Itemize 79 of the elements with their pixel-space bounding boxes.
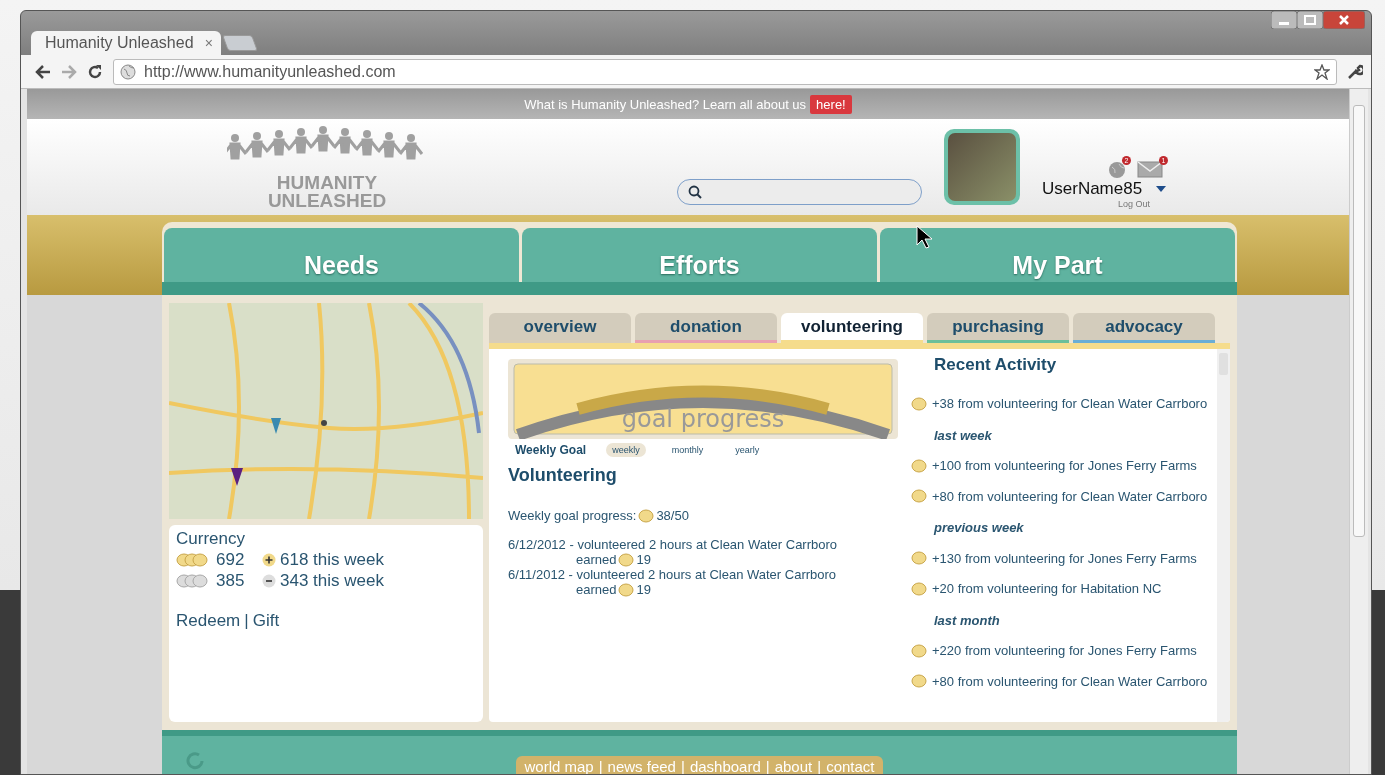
currency-title: Currency	[176, 529, 246, 549]
maximize-button[interactable]	[1297, 11, 1323, 29]
weekly-change: 343 this week	[280, 570, 384, 591]
reload-icon[interactable]	[87, 63, 103, 80]
currency-amount: 385	[216, 570, 246, 591]
scrollbar-thumb[interactable]	[1353, 105, 1365, 537]
earned-label: earned	[576, 582, 617, 597]
category-tab[interactable]: purchasing	[927, 313, 1069, 343]
gift-link[interactable]: Gift	[252, 611, 280, 631]
currency-amount: 692	[216, 549, 246, 570]
globe-icon	[120, 63, 136, 80]
link-separator: |	[244, 611, 249, 631]
redeem-link[interactable]: Redeem	[176, 611, 241, 631]
category-tab[interactable]: advocacy	[1073, 313, 1215, 343]
plus-icon	[262, 552, 276, 567]
star-icon[interactable]	[1314, 63, 1330, 80]
coin-icon	[638, 508, 655, 523]
coin-stack-icon	[192, 552, 208, 567]
coin-icon	[911, 458, 927, 473]
photo-placeholder	[948, 133, 1016, 201]
coin-icon	[911, 581, 927, 596]
period-option[interactable]: monthly	[665, 443, 710, 457]
activity-item: +130 from volunteering for Jones Ferry Farms	[932, 550, 1197, 566]
period-option[interactable]: weekly	[606, 443, 646, 457]
activity-item: +80 from volunteering for Clean Water Carrboro	[932, 488, 1208, 504]
activity-entry: 6/12/2012 - volunteered 2 hours at Clean Water Carrboro	[508, 537, 839, 552]
activity-entry: 6/11/2012 - volunteered 2 hours at Clean Water Carrboro	[508, 567, 838, 582]
coin-icon	[911, 643, 927, 658]
tab-close-button[interactable]: ×	[204, 35, 213, 51]
coin-icon	[911, 396, 927, 411]
log-out-link[interactable]: Log Out	[1118, 198, 1151, 209]
period-heading: previous week	[934, 520, 1024, 536]
progress-value: 38/50	[656, 508, 689, 523]
coin-stack-icon	[192, 573, 208, 588]
close-button[interactable]	[1323, 11, 1365, 29]
weekly-change: 618 this week	[280, 549, 384, 570]
goal-period-label: Weekly Goal	[515, 443, 587, 457]
activity-item: +20 from volunteering for Habitation NC	[932, 581, 1162, 597]
search-field[interactable]	[677, 179, 922, 205]
earned-label: earned	[576, 552, 617, 567]
logo-text: UNLEASHED	[267, 192, 387, 211]
recent-activity-title: Recent Activity	[934, 355, 1058, 375]
earned-amount: 19	[636, 552, 651, 567]
username[interactable]: UserName85	[1042, 178, 1143, 199]
category-tab[interactable]: donation	[635, 313, 777, 343]
tab-title: Humanity Unleashed	[45, 34, 195, 52]
activity-item: +220 from volunteering for Jones Ferry Farms	[932, 643, 1197, 659]
caret-icon[interactable]	[1156, 185, 1167, 192]
period-option[interactable]: yearly	[729, 443, 766, 457]
coin-icon	[911, 551, 927, 566]
logo-text: HUMANITY	[276, 173, 378, 192]
progress-label: Weekly goal progress:	[508, 508, 637, 523]
browser-tab[interactable]: Humanity Unleashed ×	[31, 31, 221, 55]
coin-icon	[618, 552, 635, 567]
wrench-icon[interactable]	[1347, 63, 1363, 80]
activity-item: +80 from volunteering for Clean Water Carrboro	[932, 673, 1208, 689]
section-title: Volunteering	[508, 465, 618, 486]
coin-icon	[911, 674, 927, 689]
coin-icon	[911, 489, 927, 504]
period-heading: last week	[934, 427, 992, 443]
avatar-frame[interactable]	[944, 129, 1020, 205]
back-icon[interactable]	[35, 64, 51, 79]
banner-text: What is Humanity Unleashed? Learn all about us	[524, 96, 807, 112]
forward-icon[interactable]	[61, 64, 77, 79]
address-bar[interactable]: http://www.humanityunleashed.com	[113, 58, 1337, 85]
period-heading: last month	[934, 612, 1000, 628]
new-tab-button[interactable]	[222, 35, 258, 51]
category-tab[interactable]: overview	[489, 313, 631, 343]
gauge-caption: goal progress	[621, 405, 785, 433]
activity-item: +38 from volunteering for Clean Water Carrboro	[932, 396, 1208, 412]
minus-icon	[262, 573, 276, 588]
cursor-icon	[916, 225, 932, 249]
category-tab[interactable]: volunteering	[781, 313, 923, 343]
minimize-button[interactable]	[1271, 11, 1297, 29]
search-icon	[688, 185, 702, 199]
earned-amount: 19	[636, 582, 651, 597]
activity-item: +100 from volunteering for Jones Ferry Farms	[932, 458, 1197, 474]
learn-more-link[interactable]: here!	[810, 94, 852, 114]
coin-icon	[618, 582, 635, 597]
